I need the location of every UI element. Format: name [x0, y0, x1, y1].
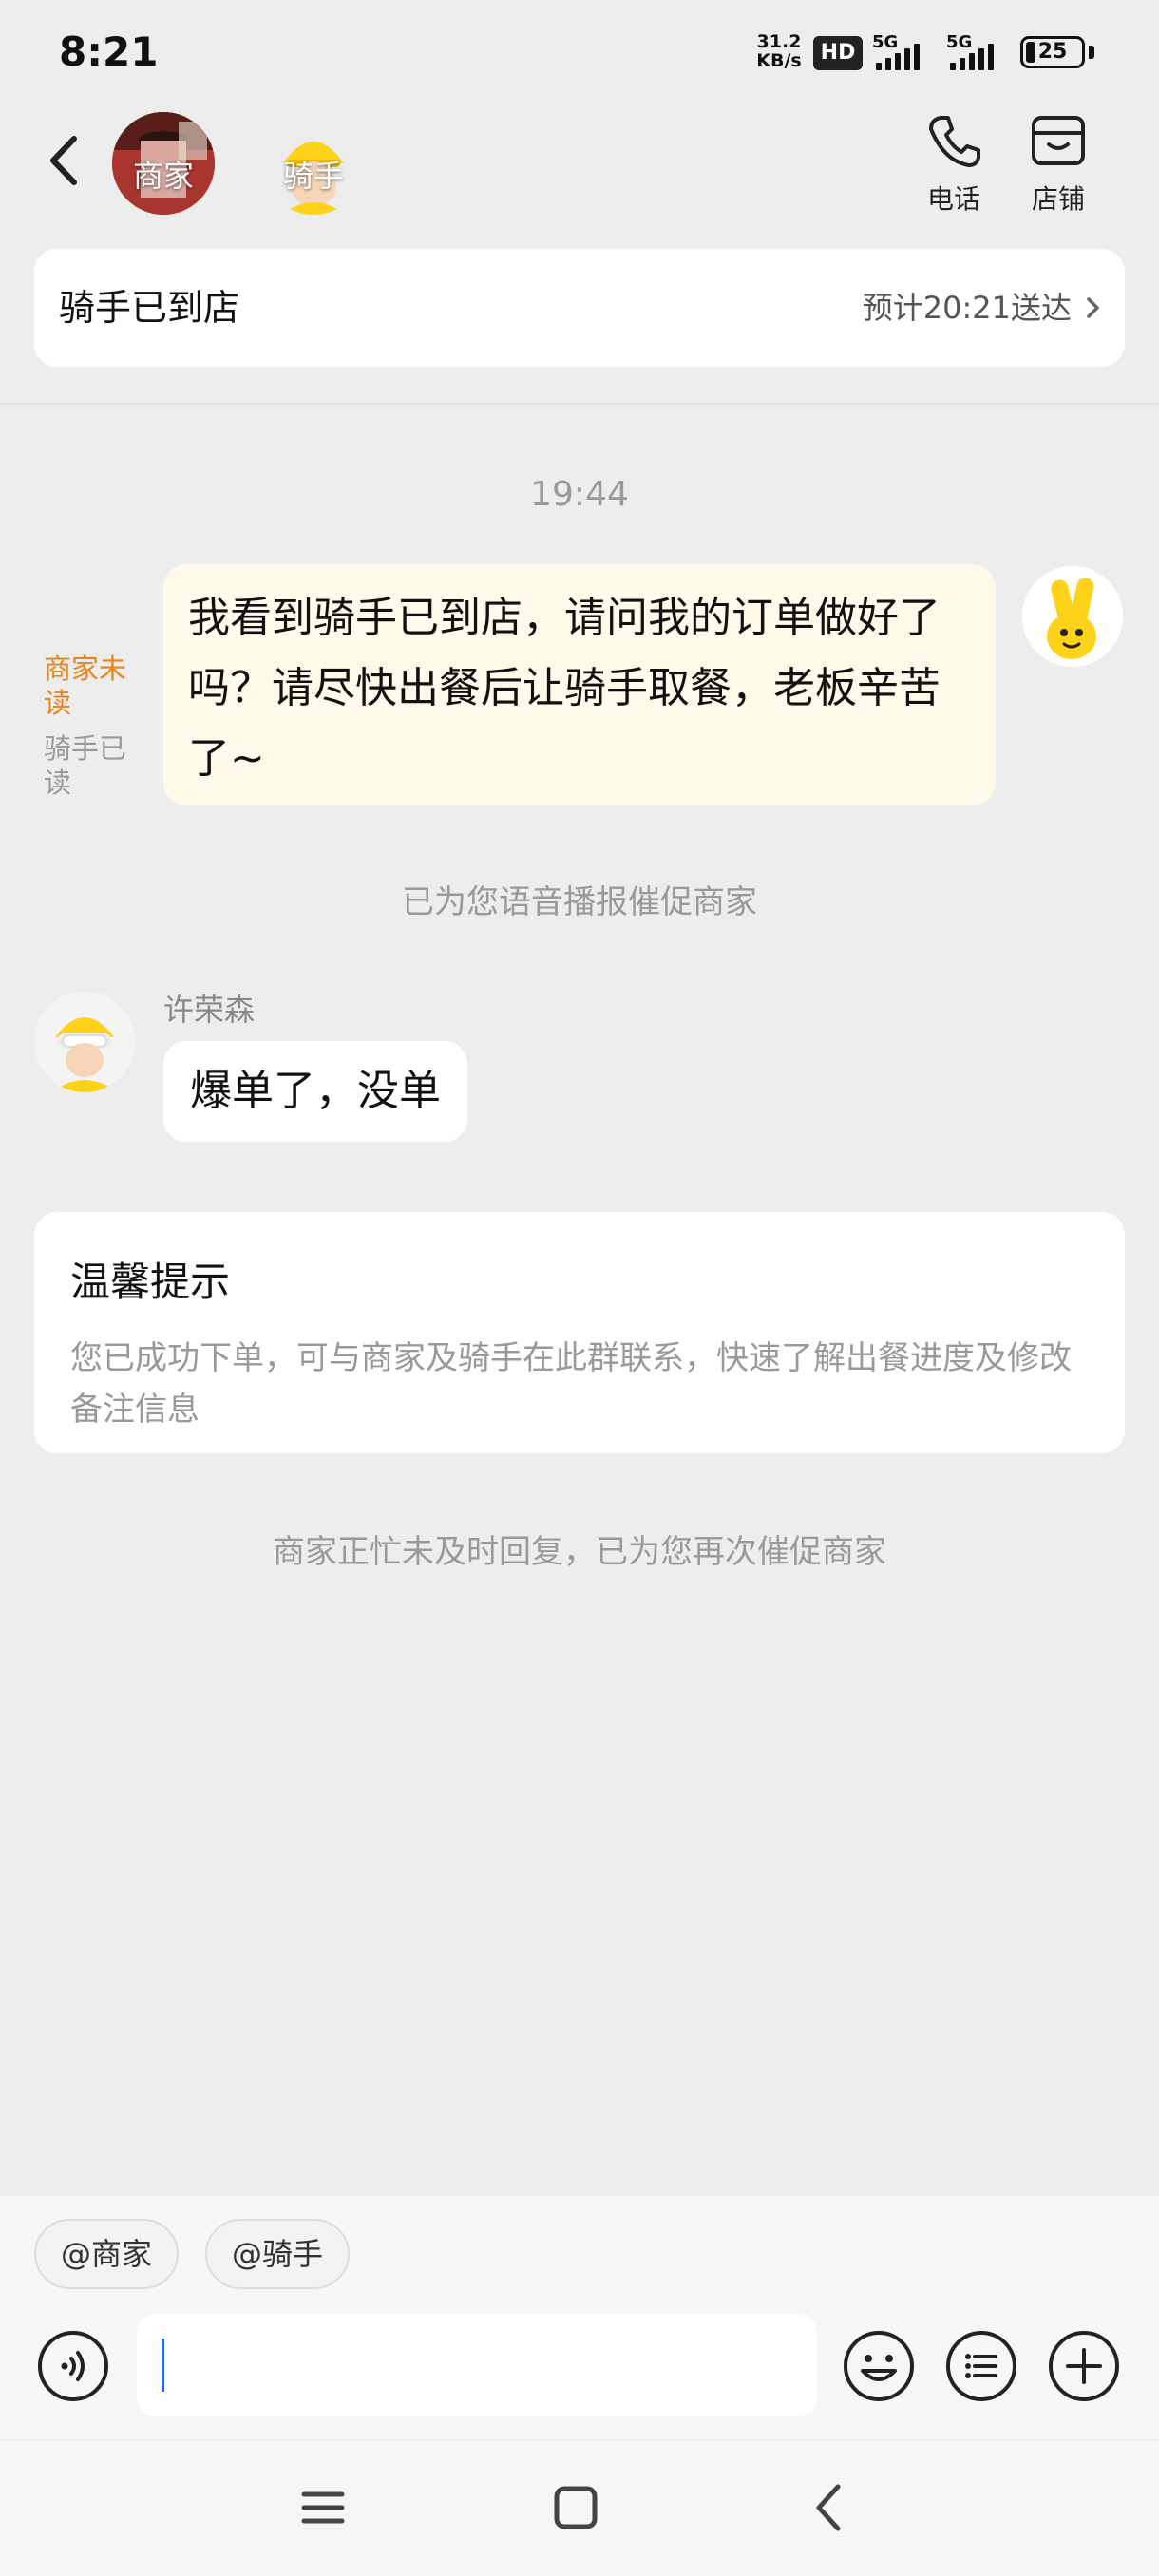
mention-merchant-button[interactable]: @商家 — [34, 2219, 180, 2289]
phone-icon — [929, 116, 980, 167]
menu-icon — [301, 2491, 345, 2524]
tip-card: 温馨提示 您已成功下单，可与商家及骑手在此群联系，快速了解出餐进度及修改备注信息 — [34, 1212, 1125, 1453]
home-icon — [554, 2486, 598, 2529]
emoji-button[interactable] — [842, 2329, 916, 2403]
urge-notice: 商家正忙未及时回复，已为您再次催促商家 — [273, 1533, 886, 1571]
phone-button[interactable]: 电话 — [908, 110, 999, 217]
quick-reply-button[interactable] — [944, 2329, 1018, 2403]
merchant-unread-status: 商家未读 — [44, 653, 127, 719]
emoji-icon — [844, 2331, 914, 2401]
rider-photo — [34, 992, 135, 1092]
phone-label: 电话 — [926, 183, 980, 215]
voice-icon — [38, 2331, 108, 2401]
list-icon — [946, 2331, 1016, 2401]
order-status-title: 骑手已到店 — [59, 287, 240, 329]
chat-timestamp: 19:44 — [530, 475, 629, 514]
network-speed-value: 31.2 — [756, 31, 802, 52]
nav-menu-button[interactable] — [289, 2473, 357, 2542]
back-icon — [816, 2484, 841, 2531]
shop-button[interactable]: 店铺 — [1013, 110, 1104, 217]
tip-title: 温馨提示 — [70, 1259, 231, 1305]
signal-icon: 5G — [872, 32, 950, 70]
more-button[interactable] — [1047, 2329, 1121, 2403]
tip-body: 您已成功下单，可与商家及骑手在此群联系，快速了解出餐进度及修改备注信息 — [70, 1339, 1072, 1429]
rider-avatar-chip[interactable]: 骑手 — [262, 112, 365, 215]
my-avatar[interactable] — [1022, 566, 1123, 667]
merchant-avatar[interactable]: 商家 — [112, 112, 215, 215]
plus-icon — [1049, 2331, 1119, 2401]
victory-hand-avatar-icon — [1022, 566, 1123, 667]
read-status: 商家未读 骑手已读 — [44, 652, 139, 800]
nav-home-button[interactable] — [542, 2473, 610, 2542]
chevron-right-icon — [1087, 297, 1099, 318]
order-eta: 预计20:21送达 — [862, 290, 1072, 326]
battery-nub — [1089, 46, 1094, 59]
nav-back-button[interactable] — [796, 2473, 864, 2542]
shop-icon — [1032, 116, 1085, 165]
rider-read-status: 骑手已读 — [44, 732, 127, 799]
signal-icon: 5G — [946, 32, 1024, 70]
chevron-left-icon — [50, 136, 77, 185]
my-message-bubble[interactable]: 我看到骑手已到店，请问我的订单做好了吗？请尽快出餐后让骑手取餐，老板辛苦了~ — [163, 564, 996, 805]
message-input[interactable] — [137, 2314, 817, 2416]
battery-icon: 25 — [1020, 36, 1085, 68]
back-button[interactable] — [38, 127, 95, 194]
header-divider — [0, 403, 1159, 405]
voice-button[interactable] — [36, 2329, 110, 2403]
text-caret — [162, 2339, 164, 2392]
network-speed-unit: KB/s — [756, 50, 802, 71]
rider-avatar[interactable] — [34, 992, 135, 1092]
mention-rider-button[interactable]: @骑手 — [205, 2219, 351, 2289]
shop-label: 店铺 — [1031, 183, 1085, 215]
status-time: 8:21 — [59, 28, 159, 75]
battery-level: 25 — [1037, 40, 1068, 64]
rider-name: 许荣森 — [163, 992, 256, 1028]
order-status-card[interactable]: 骑手已到店 预计20:21送达 — [34, 249, 1125, 367]
merchant-chip-label: 商家 — [132, 158, 194, 194]
status-bar: 8:21 31.2 KB/s HD 5G 5G 25 — [0, 0, 1159, 99]
voice-notice: 已为您语音播报催促商家 — [402, 883, 757, 921]
rider-chip-label: 骑手 — [282, 158, 344, 194]
network-speed: 31.2 KB/s — [752, 32, 806, 70]
rider-message-bubble[interactable]: 爆单了，没单 — [163, 1041, 467, 1142]
hd-badge: HD — [813, 36, 863, 70]
